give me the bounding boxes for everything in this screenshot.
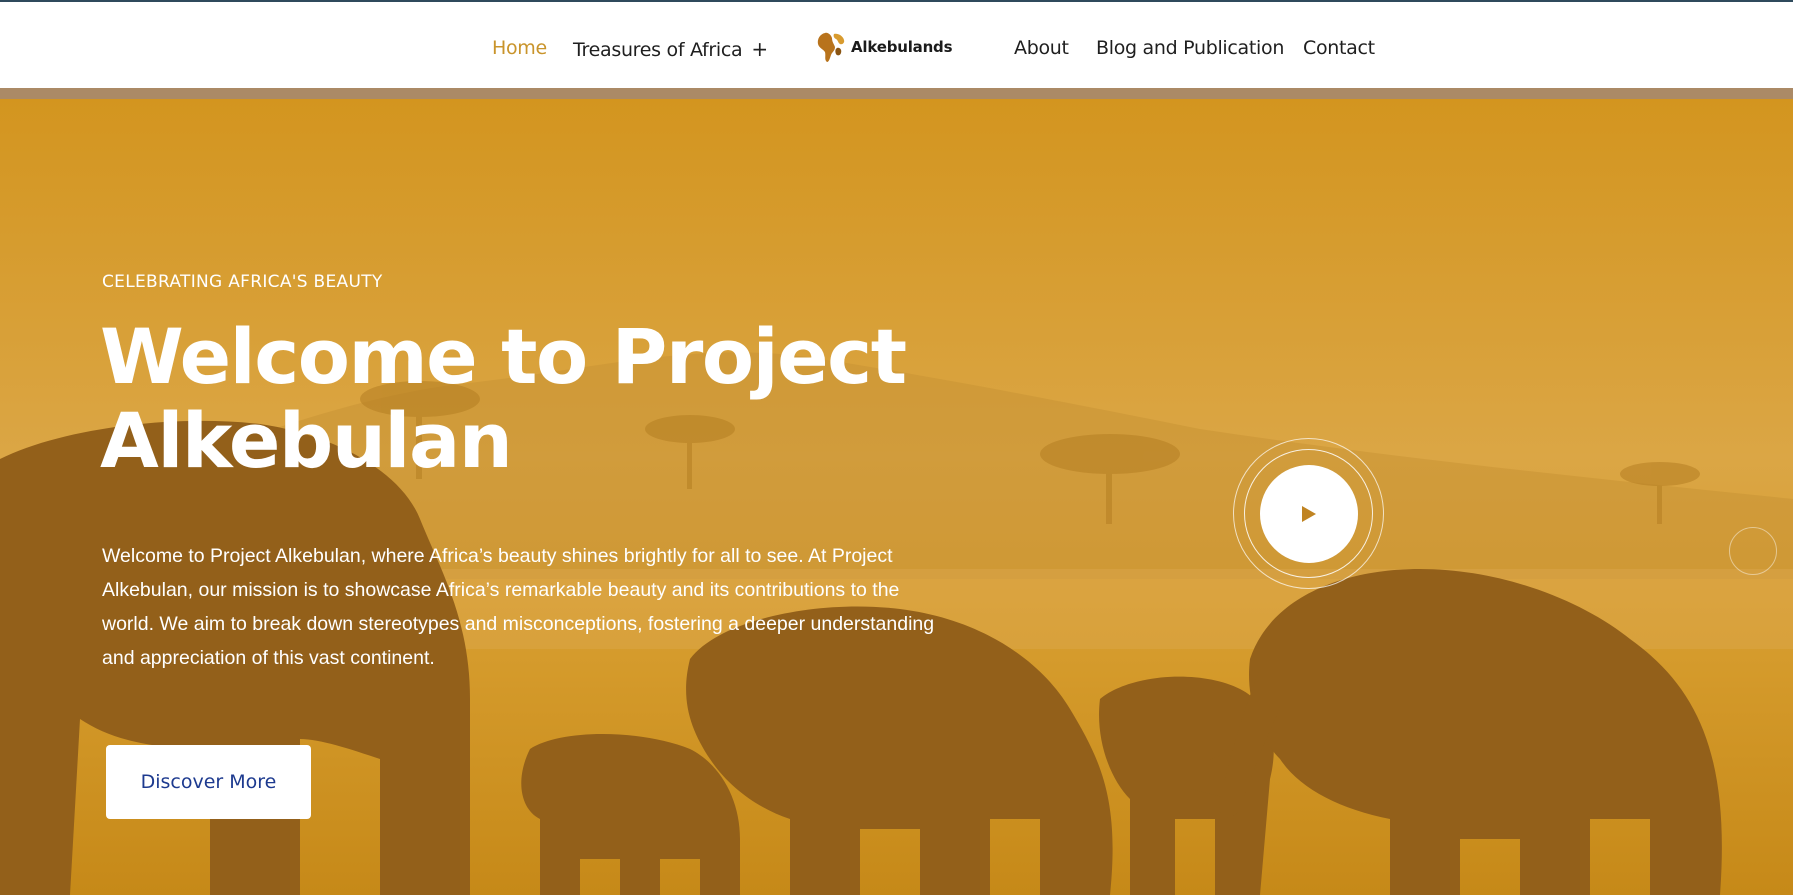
nav-treasures-link[interactable]: Treasures of Africa +: [573, 37, 768, 61]
play-icon: [1302, 506, 1316, 522]
plus-icon: +: [751, 37, 768, 61]
nav-blog-link[interactable]: Blog and Publication: [1096, 37, 1284, 59]
hero-eyebrow: CELEBRATING AFRICA'S BEAUTY: [102, 272, 383, 292]
slider-nav-circle[interactable]: [1729, 527, 1777, 575]
site-header: Home Treasures of Africa + Alkebulands Ab…: [0, 2, 1793, 88]
hero-intro: Welcome to Project Alkebulan, where Afri…: [102, 545, 935, 669]
logo-text: Alkebulands: [851, 38, 953, 56]
site-logo[interactable]: Alkebulands: [816, 30, 953, 64]
nav-home-link[interactable]: Home: [492, 37, 547, 59]
nav-about-link[interactable]: About: [1014, 37, 1069, 59]
nav-contact-link[interactable]: Contact: [1303, 37, 1375, 59]
header-shadow-strip: [0, 88, 1793, 99]
hero-section: CELEBRATING AFRICA'S BEAUTY Welcome to P…: [0, 99, 1793, 895]
play-video-button[interactable]: [1260, 465, 1358, 563]
video-play-control: [1233, 438, 1385, 590]
discover-more-button[interactable]: Discover More: [106, 745, 311, 819]
africa-map-logo-icon: [817, 32, 845, 62]
nav-treasures-label: Treasures of Africa: [573, 39, 743, 61]
hero-title: Welcome to Project Alkebulan: [100, 312, 907, 485]
